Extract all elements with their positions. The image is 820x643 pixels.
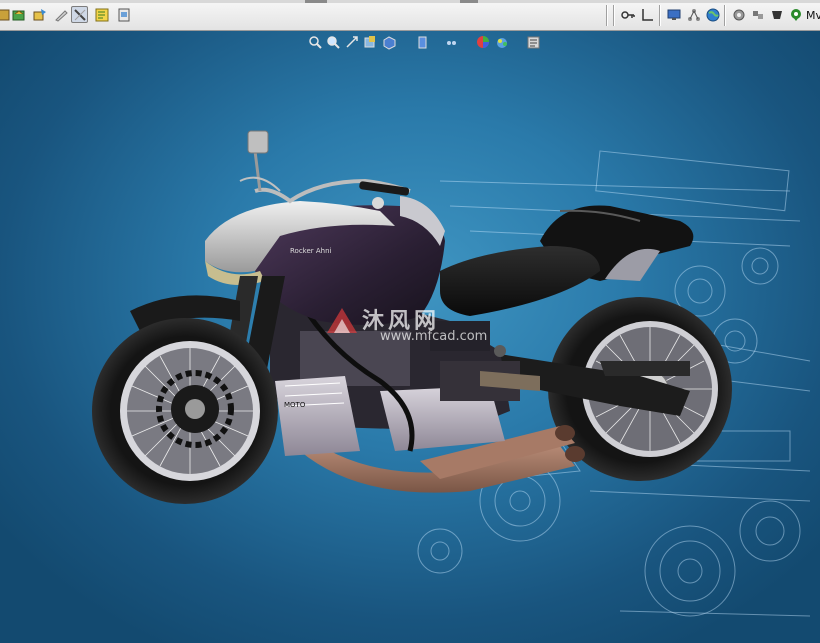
view-settings-icon[interactable] <box>526 35 541 50</box>
globe-icon[interactable] <box>704 6 721 23</box>
engine-badge: MOTO <box>284 401 306 409</box>
toolbar-separator <box>659 5 661 26</box>
toolbar-separator <box>606 5 608 26</box>
section-view-icon[interactable] <box>363 35 378 50</box>
monitor-icon[interactable] <box>665 6 682 23</box>
key-icon[interactable] <box>619 6 636 23</box>
toolbar-top-edge <box>0 0 820 3</box>
handlebars <box>239 130 411 209</box>
watermark-logo-icon <box>327 308 357 333</box>
hide-show-icon[interactable] <box>444 35 459 50</box>
toolbar-right-label: Mv <box>806 9 820 22</box>
assembly-icon[interactable] <box>685 6 702 23</box>
pan-icon[interactable] <box>345 35 360 50</box>
top-toolbar: Mv <box>0 0 820 31</box>
display-style-icon[interactable] <box>415 35 430 50</box>
zoom-area-icon[interactable] <box>326 35 341 50</box>
display-icon[interactable] <box>115 6 132 23</box>
tank-badge: Rocker Ahni <box>290 247 332 255</box>
gear-icon[interactable] <box>730 6 747 23</box>
rebuild-icon[interactable] <box>10 6 27 23</box>
toolbar-separator <box>724 5 726 26</box>
toolbar-separator <box>613 5 615 26</box>
axis-icon[interactable] <box>638 6 655 23</box>
cup-icon[interactable] <box>768 6 785 23</box>
smart-dimension-icon[interactable] <box>71 6 88 23</box>
graphics-viewport[interactable]: Rocker Ahni MOTO 沐风网 www.mfcad.com <box>0 31 820 643</box>
appearance-icon[interactable] <box>476 35 491 50</box>
view-orientation-icon[interactable] <box>382 35 397 50</box>
map-pin-icon[interactable] <box>787 6 804 23</box>
options-icon[interactable] <box>31 6 48 23</box>
watermark-url: www.mfcad.com <box>380 329 488 344</box>
parts-icon[interactable] <box>749 6 766 23</box>
scene-icon[interactable] <box>495 35 510 50</box>
front-wheel <box>92 318 278 504</box>
watermark: 沐风网 www.mfcad.com <box>322 303 502 363</box>
zoom-fit-icon[interactable] <box>308 35 323 50</box>
sketch-icon[interactable] <box>52 6 69 23</box>
relations-icon[interactable] <box>93 6 110 23</box>
